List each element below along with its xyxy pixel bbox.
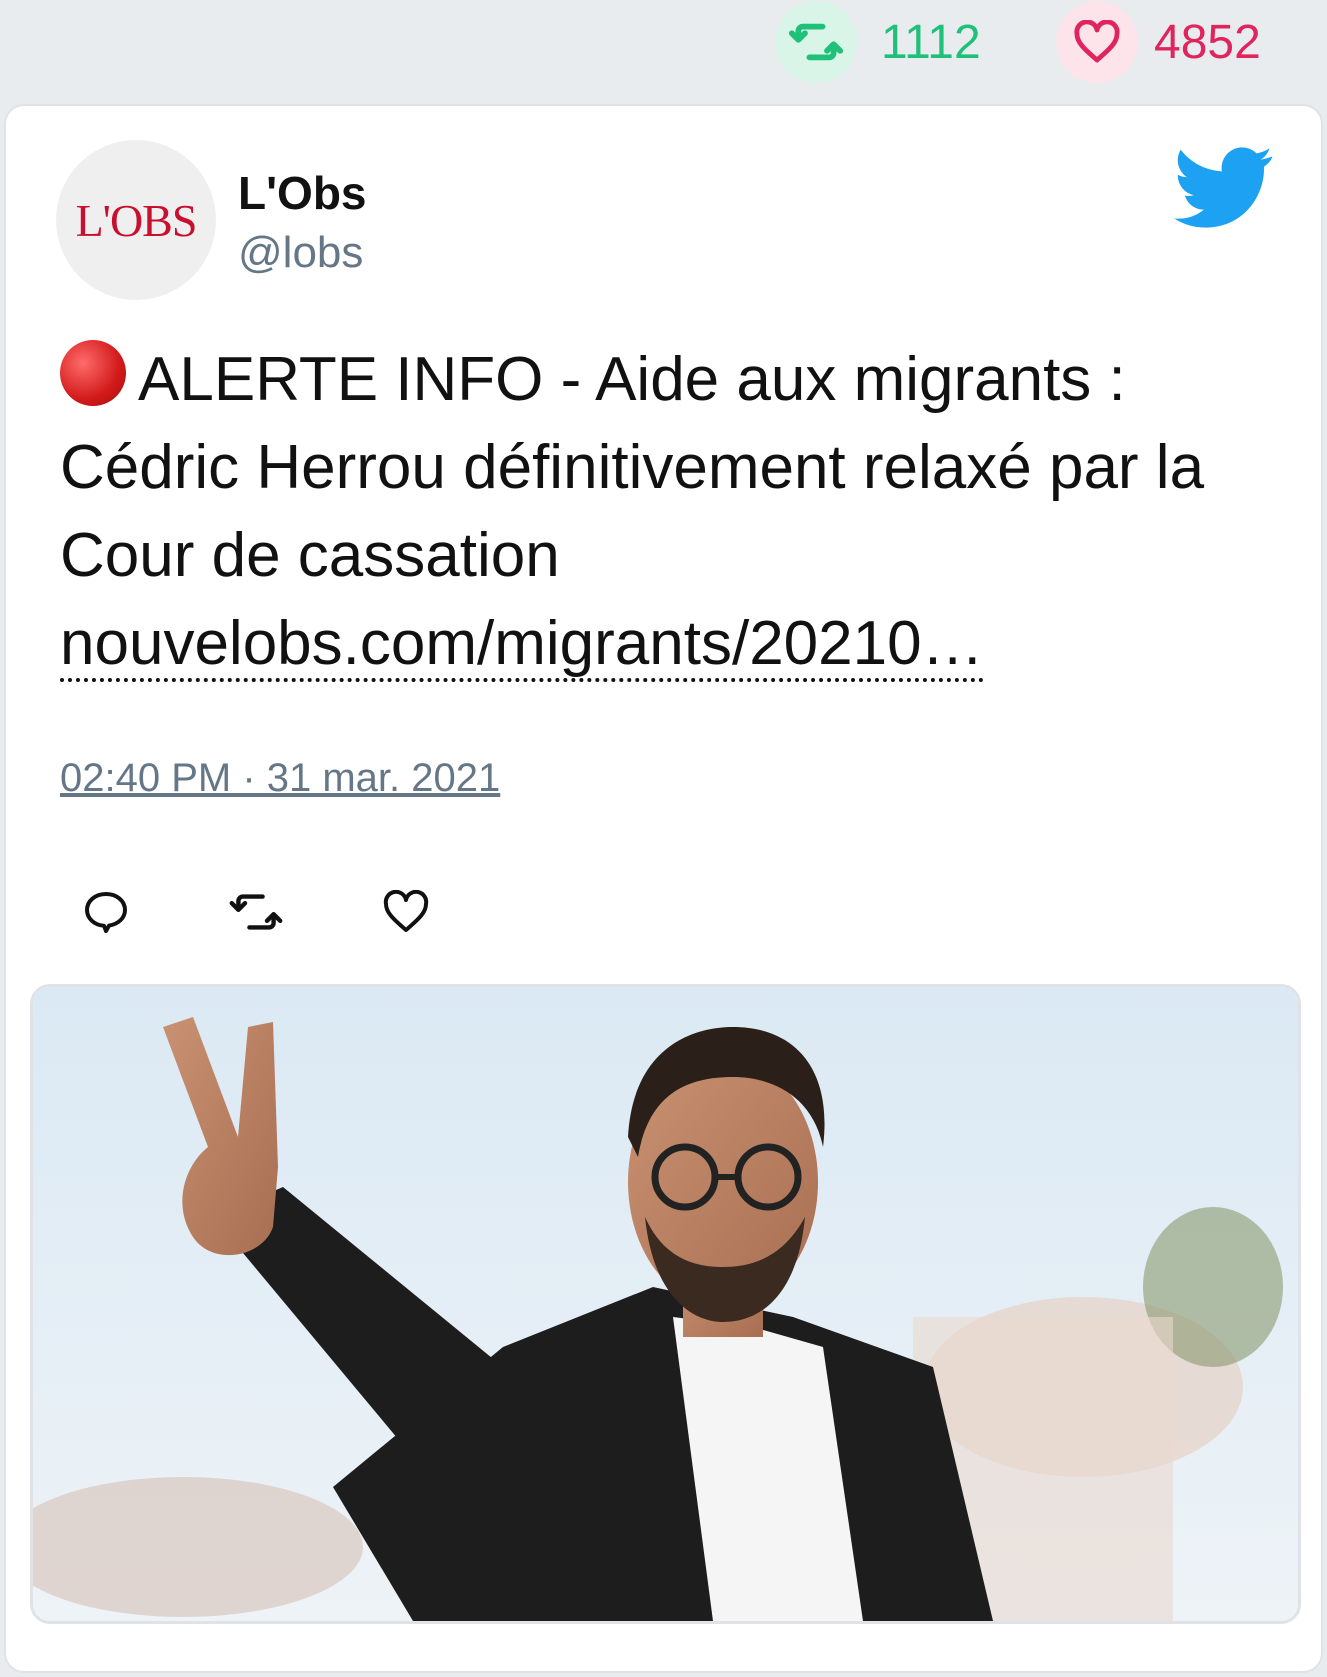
reply-icon	[85, 892, 127, 933]
retweet-count: 1112	[881, 15, 981, 69]
tweet-text: ALERTE INFO - Aide aux migrants : Cédric…	[60, 345, 1205, 590]
tweet-media-image[interactable]	[30, 984, 1301, 1624]
tweet-card: L'OBS L'Obs @lobs ALERTE INFO - Aide aux…	[4, 104, 1323, 1673]
tweet-timestamp[interactable]: 02:40 PM · 31 mar. 2021	[60, 756, 500, 801]
author-name[interactable]: L'Obs	[238, 166, 367, 220]
engagement-stats-bar: 1112 4852	[0, 0, 1327, 100]
avatar[interactable]: L'OBS	[56, 140, 216, 300]
heart-icon	[383, 890, 429, 932]
avatar-logo-text: L'OBS	[75, 194, 198, 246]
retweet-stat-icon	[775, 1, 857, 83]
retweet-icon	[229, 894, 283, 930]
like-stat-icon	[1056, 1, 1138, 83]
retweet-icon	[788, 23, 844, 61]
red-circle-icon	[60, 340, 126, 406]
tweet-body: ALERTE INFO - Aide aux migrants : Cédric…	[60, 336, 1250, 688]
retweet-stat[interactable]: 1112	[775, 1, 981, 83]
retweet-button[interactable]	[226, 882, 286, 942]
author-handle[interactable]: @lobs	[238, 228, 363, 278]
like-count: 4852	[1154, 15, 1261, 69]
tweet-actions	[76, 882, 436, 942]
like-stat[interactable]: 4852	[1056, 1, 1261, 83]
twitter-bird-icon[interactable]	[1174, 146, 1274, 230]
photo-man-peace-sign	[33, 987, 1298, 1621]
tweet-link[interactable]: nouvelobs.com/migrants/20210…	[60, 609, 984, 682]
heart-icon	[1074, 20, 1120, 63]
like-button[interactable]	[376, 882, 436, 942]
reply-button[interactable]	[76, 882, 136, 942]
